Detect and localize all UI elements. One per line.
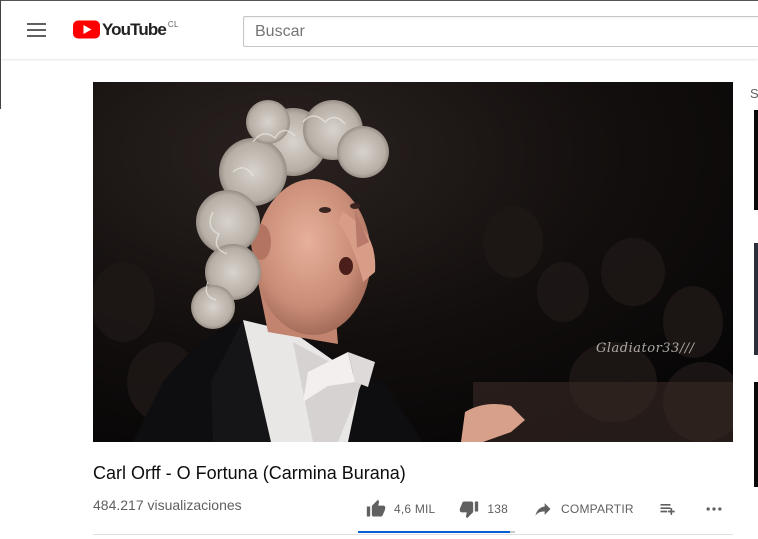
dislike-count: 138 (487, 502, 509, 516)
sidebar-thumbnail[interactable] (754, 243, 758, 355)
video-frame (93, 82, 733, 442)
country-code: CL (167, 20, 179, 29)
sidebar-partial-heading: S (750, 86, 758, 101)
info-divider (93, 534, 733, 535)
video-watermark: Gladiator33/// (596, 341, 695, 356)
youtube-logo[interactable]: YouTube CL (73, 20, 179, 42)
save-to-playlist-button[interactable] (658, 499, 678, 519)
hamburger-icon[interactable] (25, 21, 49, 39)
video-title: Carl Orff - O Fortuna (Carmina Burana) (93, 463, 406, 483)
playlist-add-icon (660, 504, 675, 515)
video-player[interactable]: Gladiator33/// (93, 82, 733, 442)
video-actions: 4,6 MIL 138 COMPARTIR (358, 494, 724, 524)
masthead: YouTube CL (1, 1, 758, 59)
like-button[interactable]: 4,6 MIL (366, 499, 435, 519)
view-count: 484.217 visualizaciones (93, 497, 242, 513)
logo-wordmark: YouTube (102, 20, 167, 39)
share-button[interactable]: COMPARTIR (533, 499, 634, 519)
search-input[interactable] (243, 16, 758, 47)
youtube-play-icon (73, 20, 100, 39)
like-dislike-ratio-bar (358, 531, 515, 533)
like-count: 4,6 MIL (394, 502, 436, 516)
share-label: COMPARTIR (561, 502, 634, 516)
more-horizontal-icon (706, 507, 722, 511)
thumbs-down-icon (460, 501, 479, 519)
dislike-button[interactable]: 138 (459, 499, 508, 519)
sidebar-thumbnail[interactable] (754, 110, 758, 210)
like-ratio-fill (358, 531, 511, 533)
share-arrow-icon (535, 503, 551, 516)
youtube-watch-page: YouTube CL S (0, 0, 758, 539)
more-actions-button[interactable] (704, 499, 724, 519)
sidebar-thumbnail[interactable] (754, 382, 758, 487)
thumbs-up-icon (366, 499, 386, 517)
